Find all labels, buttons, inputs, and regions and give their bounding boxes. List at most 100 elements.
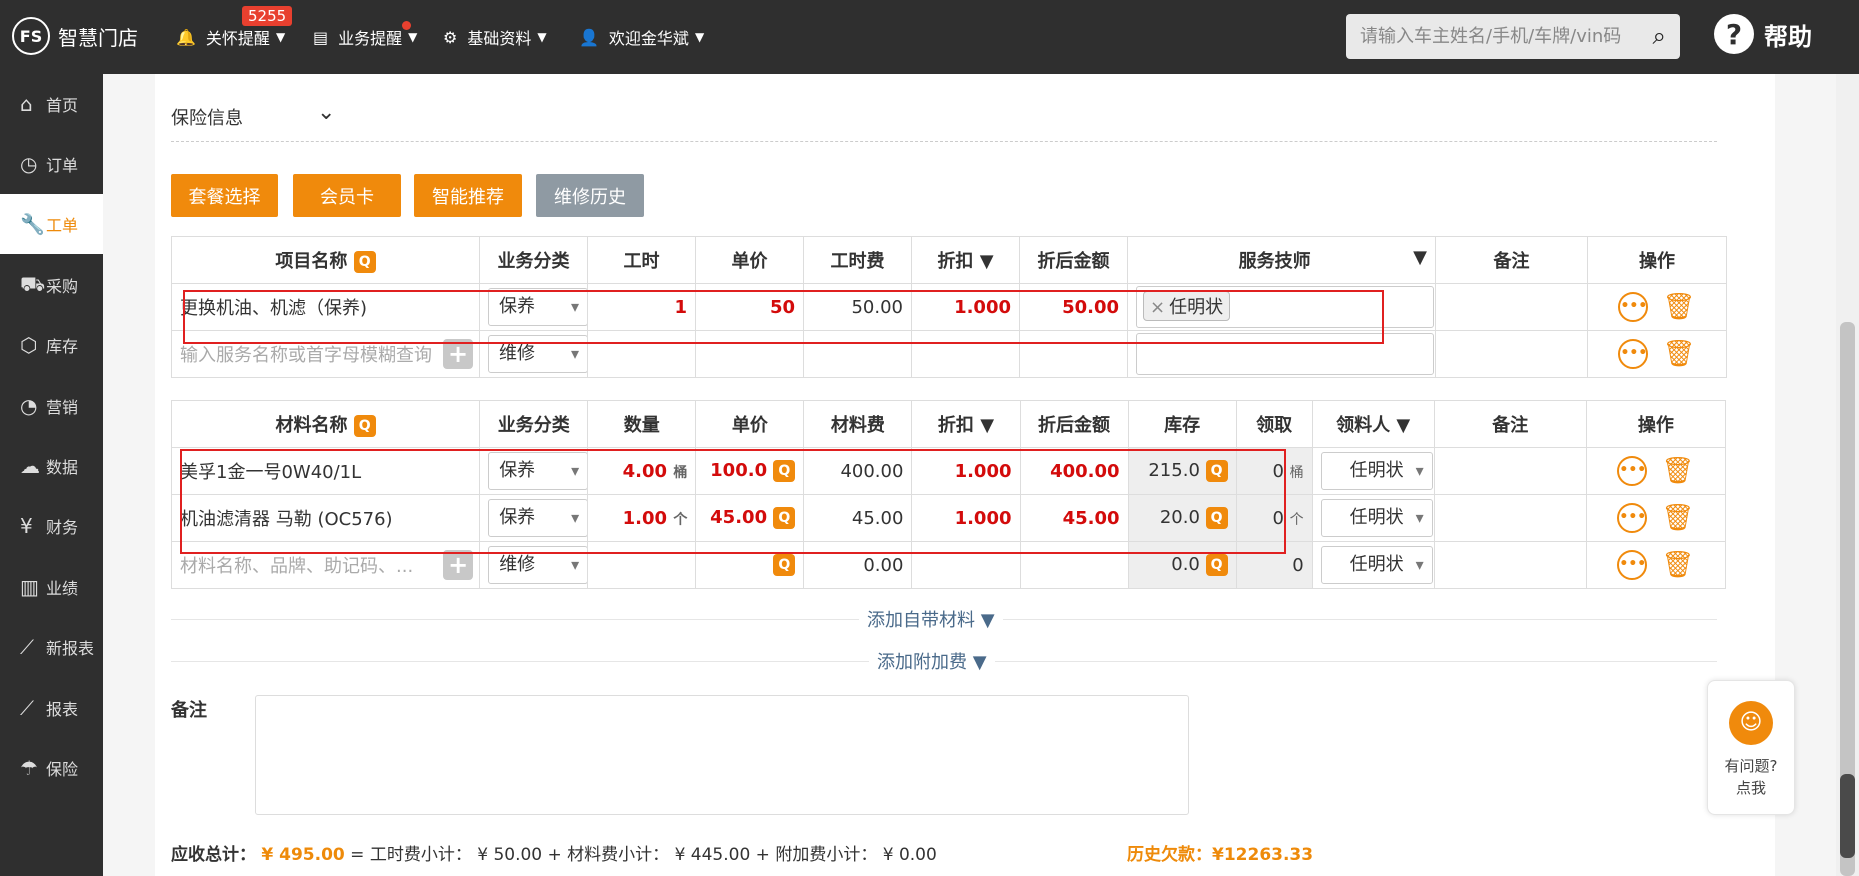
more-icon[interactable]: ••• xyxy=(1618,339,1649,369)
scrollbar[interactable] xyxy=(1836,74,1859,876)
logo-text: 智慧门店 xyxy=(58,25,138,50)
smart-recommend-button[interactable]: 智能推荐 xyxy=(414,174,522,217)
remark-cell[interactable] xyxy=(1433,447,1587,495)
sidebar-item-label: 营销 xyxy=(46,398,79,417)
unread-dot xyxy=(402,21,411,30)
search-icon[interactable]: Q xyxy=(773,554,796,576)
remark-cell[interactable] xyxy=(1433,494,1587,542)
sidebar-item-purchase[interactable]: ⛟ 采购 xyxy=(0,255,103,315)
table-header-row: 项目名称 Q 业务分类 工时 单价 工时费 折扣 ▼ 折后金额 服务技师 ▼ 备… xyxy=(171,236,1727,284)
yen-icon: ¥ xyxy=(20,514,33,538)
add-self-material-link[interactable]: 添加自带材料 ▼ xyxy=(859,606,1003,632)
help-label: 帮助 xyxy=(1764,22,1812,51)
nav-label: 欢迎金华斌 xyxy=(608,29,689,48)
sidebar-item-label: 工单 xyxy=(46,216,79,235)
receiver-select[interactable]: 任明状 xyxy=(1320,546,1433,584)
trash-icon[interactable]: 🗑 xyxy=(1662,339,1695,369)
document-icon: ▤ xyxy=(313,27,329,47)
col-header: 备注 xyxy=(1433,400,1587,448)
scrollbar-thumb-active[interactable] xyxy=(1840,774,1855,858)
chevron-down-icon[interactable]: ⌄ xyxy=(317,100,335,125)
sidebar-item-data[interactable]: ☁ 数据 xyxy=(0,436,103,496)
caret-down-icon: ▼ xyxy=(1413,247,1427,268)
more-icon[interactable]: ••• xyxy=(1618,292,1649,322)
col-header: 业务分类 xyxy=(479,236,588,284)
sidebar-item-label: 首页 xyxy=(46,96,79,115)
col-header[interactable]: 折扣 ▼ xyxy=(911,236,1020,284)
support-chat-widget[interactable]: ☺ 有问题? 点我 xyxy=(1707,680,1795,815)
help-button[interactable]: ? 帮助 xyxy=(1714,14,1812,54)
trash-icon[interactable]: 🗑 xyxy=(1662,292,1695,322)
umbrella-icon: ☂ xyxy=(20,756,38,780)
search-icon[interactable]: Q xyxy=(1205,554,1228,576)
cart-icon: ⛟ xyxy=(20,271,46,296)
search-icon[interactable]: Q xyxy=(353,251,376,273)
col-header[interactable]: 领料人 ▼ xyxy=(1311,400,1435,448)
sidebar-item-workorder[interactable]: 🔧 工单 xyxy=(0,194,103,254)
service-search-input[interactable]: 输入服务名称或首字母模糊查询 xyxy=(180,345,432,366)
more-icon[interactable]: ••• xyxy=(1617,503,1648,533)
col-header: 操作 xyxy=(1585,400,1727,448)
wrench-icon: 🔧 xyxy=(20,212,45,236)
insurance-section-title[interactable]: 保险信息 xyxy=(171,104,243,130)
sidebar-item-inventory[interactable]: ⬡ 库存 xyxy=(0,315,103,375)
sidebar-item-performance[interactable]: ▥ 业绩 xyxy=(0,557,103,617)
logo[interactable]: FS 智慧门店 xyxy=(12,16,138,56)
col-header[interactable]: 折扣 ▼ xyxy=(911,400,1021,448)
trash-icon[interactable]: 🗑 xyxy=(1661,550,1694,580)
sidebar-item-label: 业绩 xyxy=(46,579,79,598)
caret-down-icon: ▼ xyxy=(980,415,995,436)
nav-user-menu[interactable]: 👤 欢迎金华斌 ▼ xyxy=(579,22,704,52)
search-icon[interactable]: Q xyxy=(353,415,376,437)
sidebar-item-marketing[interactable]: ◔ 营销 xyxy=(0,376,103,436)
nav-care-reminder[interactable]: 🔔 关怀提醒 ▼ xyxy=(176,22,285,52)
col-header: 业务分类 xyxy=(479,400,589,448)
gear-icon: ⚙ xyxy=(443,27,458,47)
more-icon[interactable]: ••• xyxy=(1617,550,1648,580)
receiver-select[interactable]: 任明状 xyxy=(1320,452,1433,490)
chevron-down-icon: ▼ xyxy=(694,30,705,44)
box-icon: ⬡ xyxy=(20,333,38,357)
sidebar-item-insurance[interactable]: ☂ 保险 xyxy=(0,738,103,798)
bar-chart-icon: ▥ xyxy=(20,575,39,599)
col-header: 工时 xyxy=(587,236,696,284)
add-extra-fee-link[interactable]: 添加附加费 ▼ xyxy=(869,648,995,674)
col-header: 工时费 xyxy=(803,236,912,284)
material-search-input[interactable]: 材料名称、品牌、助记码、... xyxy=(180,556,413,577)
col-header: 材料名称 Q xyxy=(170,400,481,448)
sidebar-item-finance[interactable]: ¥ 财务 xyxy=(0,496,103,556)
history-icon: ◷ xyxy=(20,152,38,176)
search-icon[interactable]: ⌕ xyxy=(1653,22,1666,50)
table-header-row: 材料名称 Q 业务分类 数量 单价 材料费 折扣 ▼ 折后金额 库存 领取 领料… xyxy=(170,400,1727,448)
sidebar-item-label: 财务 xyxy=(46,518,79,537)
remark-cell[interactable] xyxy=(1435,283,1588,331)
caret-down-icon: ▼ xyxy=(979,251,994,272)
col-header: 领取 xyxy=(1235,400,1313,448)
nav-label: 业务提醒 xyxy=(338,29,403,48)
sidebar-item-orders[interactable]: ◷ 订单 xyxy=(0,134,103,194)
chat-line: 有问题? xyxy=(1724,757,1778,775)
trash-icon[interactable]: 🗑 xyxy=(1661,456,1694,486)
member-card-button[interactable]: 会员卡 xyxy=(293,174,401,217)
bell-icon: 🔔 xyxy=(176,27,196,47)
trend-icon: ⟋ xyxy=(20,696,34,720)
trash-icon[interactable]: 🗑 xyxy=(1661,503,1694,533)
logo-mark: FS xyxy=(12,17,50,55)
search-input[interactable] xyxy=(1346,14,1636,59)
home-icon: ⌂ xyxy=(20,92,33,116)
col-header: 折后金额 xyxy=(1019,400,1129,448)
col-header[interactable]: 服务技师 ▼ xyxy=(1127,236,1436,284)
sidebar-item-home[interactable]: ⌂ 首页 xyxy=(0,74,103,134)
sidebar-item-report[interactable]: ⟋ 报表 xyxy=(0,678,103,738)
repair-history-button[interactable]: 维修历史 xyxy=(536,174,644,217)
nav-basic-data[interactable]: ⚙ 基础资料 ▼ xyxy=(443,22,547,52)
add-icon[interactable]: + xyxy=(443,550,474,580)
remark-textarea[interactable] xyxy=(255,695,1189,815)
sidebar-item-label: 报表 xyxy=(46,700,79,719)
sidebar-item-new-report[interactable]: ⟋ 新报表 xyxy=(0,617,103,677)
more-icon[interactable]: ••• xyxy=(1617,456,1648,486)
user-icon: 👤 xyxy=(579,27,599,47)
package-select-button[interactable]: 套餐选择 xyxy=(171,174,278,217)
divider xyxy=(171,141,1717,142)
receiver-select[interactable]: 任明状 xyxy=(1320,499,1433,537)
